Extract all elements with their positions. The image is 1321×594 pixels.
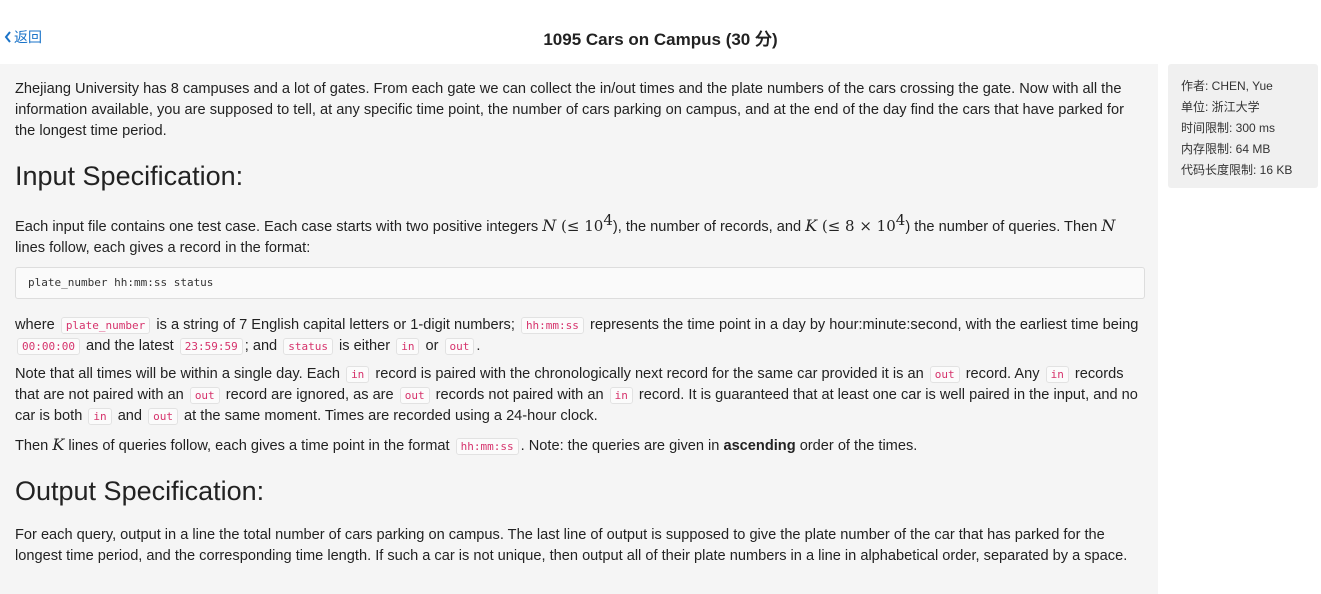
problem-intro: Zhejiang University has 8 campuses and a… (15, 81, 1124, 139)
problem-info-panel: 作者: CHEN, Yue 单位: 浙江大学 时间限制: 300 ms 内存限制… (1168, 64, 1318, 188)
page-title: 1095 Cars on Campus (30 分) (543, 30, 778, 49)
input-spec-paragraph: Each input file contains one test case. … (15, 211, 1116, 256)
pairing-note: Note that all times will be within a sin… (15, 365, 1138, 425)
output-spec-paragraph: For each query, output in a line the tot… (15, 526, 1128, 564)
input-spec-heading: Input Specification: (15, 161, 244, 191)
field-description: where plate_number is a string of 7 Engl… (15, 316, 1139, 355)
unit-info: 单位: 浙江大学 (1181, 100, 1260, 114)
code-limit-info: 代码长度限制: 16 KB (1181, 163, 1293, 177)
author-info: 作者: CHEN, Yue (1181, 79, 1273, 93)
time-limit-info: 时间限制: 300 ms (1181, 121, 1276, 135)
problem-content: Zhejiang University has 8 campuses and a… (0, 64, 1158, 594)
query-description: Then K lines of queries follow, each giv… (15, 434, 918, 455)
top-bar: 返回 1095 Cars on Campus (30 分) (0, 0, 1321, 64)
memory-limit-info: 内存限制: 64 MB (1181, 142, 1271, 156)
output-spec-heading: Output Specification: (15, 475, 265, 506)
record-format-code: plate_number hh:mm:ss status (15, 266, 1145, 299)
